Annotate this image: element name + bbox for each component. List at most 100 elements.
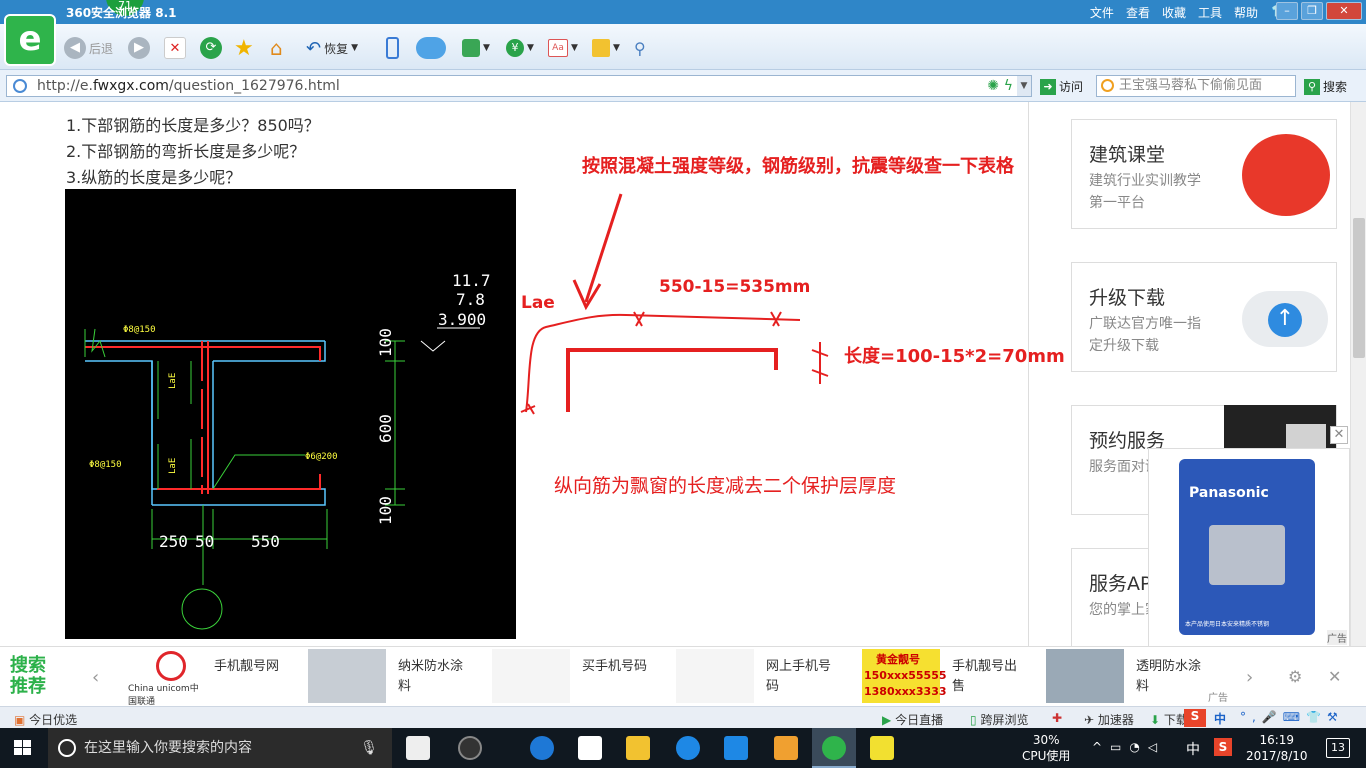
translate-button[interactable]: Aa ▼ bbox=[548, 36, 578, 60]
screenshot-button[interactable]: ▼ bbox=[592, 36, 620, 60]
app-icon[interactable] bbox=[458, 736, 482, 760]
phone-icon bbox=[386, 37, 399, 59]
windows-start-icon[interactable] bbox=[14, 740, 32, 756]
refresh-icon: ⟳ bbox=[200, 37, 222, 59]
rec-prev-icon[interactable]: ‹ bbox=[92, 667, 99, 688]
cross-screen-button[interactable]: ▯ 跨屏浏览 bbox=[970, 711, 1028, 728]
play-icon: ▶ bbox=[882, 713, 892, 727]
gold-number-image: 黄金靓号 150xxx55555 1380xxx3333 bbox=[862, 649, 947, 703]
ime-mode[interactable]: 中 bbox=[1214, 710, 1226, 727]
chevron-down-icon: ▼ bbox=[351, 43, 359, 53]
home-button[interactable]: ⌂ bbox=[270, 36, 283, 60]
url-input[interactable]: http://e.fwxgx.com/question_1627976.html… bbox=[6, 75, 1032, 97]
apps-button[interactable]: ▼ bbox=[462, 36, 490, 60]
menu-favorites[interactable]: 收藏 bbox=[1162, 4, 1186, 21]
live-button[interactable]: ▶ 今日直播 bbox=[882, 711, 943, 728]
sidebar-card-course[interactable]: 建筑课堂 建筑行业实训教学第一平台 bbox=[1071, 119, 1337, 229]
sidebar-card-download[interactable]: 升级下载 广联达官方唯一指定升级下载 ↑ bbox=[1071, 262, 1337, 372]
tray-sogou-icon[interactable]: S bbox=[1214, 738, 1232, 756]
restore-button[interactable]: ↶ 恢复 ▼ bbox=[306, 36, 358, 60]
cortana-icon bbox=[58, 739, 76, 757]
stop-button[interactable]: ✕ bbox=[164, 36, 186, 60]
rebar-top-label: Φ8@150 bbox=[123, 325, 156, 335]
status-bar: ▣ 今日优选 ▶ 今日直播 ▯ 跨屏浏览 ✚ ✈ 加速器 ⬇ 下载 S 中 °,… bbox=[0, 706, 1366, 728]
url-dropdown-icon[interactable]: ▼ bbox=[1017, 76, 1031, 96]
question-line-3: 3.纵筋的长度是多少呢？ bbox=[66, 168, 242, 187]
back-arrow-icon: ◀ bbox=[64, 37, 86, 59]
store-icon[interactable] bbox=[578, 736, 602, 760]
elev-1: 11.7 bbox=[452, 271, 491, 290]
dim-h-3: 550 bbox=[251, 532, 280, 551]
taskbar-360-browser[interactable] bbox=[812, 728, 856, 768]
card-subtitle: 建筑行业实训教学第一平台 bbox=[1089, 173, 1201, 211]
lae-label-2: LaE bbox=[168, 458, 178, 474]
download-button[interactable]: ⬇ 下载 bbox=[1150, 711, 1188, 728]
phone-icon: ▯ bbox=[970, 713, 977, 727]
accelerator-button[interactable]: ✈ 加速器 bbox=[1084, 711, 1134, 728]
shield-icon: ¥ bbox=[506, 39, 524, 57]
annotation-title: 按照混凝土强度等级，钢筋级别，抗震等级查一下表格 bbox=[582, 155, 1015, 177]
minimize-button[interactable]: – bbox=[1276, 2, 1298, 20]
rec-settings-icon[interactable]: ⚙ bbox=[1288, 667, 1302, 686]
app-icon[interactable] bbox=[774, 736, 798, 760]
rec-close-icon[interactable]: ✕ bbox=[1328, 667, 1341, 686]
menu-file[interactable]: 文件 bbox=[1090, 4, 1114, 21]
search-input[interactable]: 王宝强马蓉私下偷偷见面 bbox=[1096, 75, 1296, 97]
ad-product-image: Panasonic 本产品使用日本安来精质不锈钢 bbox=[1179, 459, 1315, 635]
tray-icons[interactable]: ^▭◔◁ bbox=[1092, 740, 1165, 754]
mobile-button[interactable] bbox=[386, 36, 399, 60]
refresh-button[interactable]: ⟳ bbox=[200, 36, 222, 60]
card-title: 升级下载 bbox=[1089, 287, 1166, 309]
forward-button[interactable]: ▶ bbox=[128, 36, 150, 60]
ad-label: 广告 bbox=[1327, 630, 1347, 645]
notification-icon[interactable]: 13 bbox=[1326, 738, 1350, 758]
visit-button[interactable]: ➜ 访问 bbox=[1040, 78, 1083, 95]
clock[interactable]: 16:19 2017/8/10 bbox=[1246, 732, 1308, 764]
top-length-annotation: 550-15=535mm bbox=[659, 277, 810, 297]
question-line-2: 2.下部钢筋的弯折长度是多少呢？ bbox=[66, 142, 306, 161]
menu-help[interactable]: 帮助 bbox=[1234, 4, 1258, 21]
scrollbar-thumb[interactable] bbox=[1353, 218, 1365, 358]
search-button[interactable]: ⚲ 搜索 bbox=[1304, 78, 1347, 95]
taskview-icon[interactable] bbox=[406, 736, 430, 760]
addon-icon[interactable]: ✚ bbox=[1052, 711, 1062, 725]
favorite-button[interactable]: ★ bbox=[234, 36, 254, 61]
security-button[interactable]: ¥ ▼ bbox=[506, 36, 534, 60]
question-line-1: 1.下部钢筋的长度是多少？850吗？ bbox=[66, 116, 320, 135]
menu-tools[interactable]: 工具 bbox=[1198, 4, 1222, 21]
browser-logo-icon[interactable]: e bbox=[4, 14, 56, 66]
cad-drawing[interactable]: 11.7 7.8 3.900 Φ8@150 Φ8@150 Φ6@200 LaE … bbox=[65, 189, 516, 639]
rec-next-icon[interactable]: › bbox=[1246, 667, 1253, 688]
rec-image bbox=[676, 649, 754, 703]
back-button[interactable]: ◀ 后退 bbox=[64, 36, 113, 60]
app-icon[interactable] bbox=[724, 736, 748, 760]
daily-picks[interactable]: ▣ 今日优选 bbox=[14, 711, 77, 728]
menu-view[interactable]: 查看 bbox=[1126, 4, 1150, 21]
ad-scroll-top-icon[interactable] bbox=[1286, 424, 1326, 448]
zoom-button[interactable]: ⚲ bbox=[634, 36, 646, 60]
help-app-icon[interactable] bbox=[870, 736, 894, 760]
stop-icon: ✕ bbox=[164, 37, 186, 59]
sogou-ime-icon[interactable]: S bbox=[1184, 709, 1206, 727]
window-title: 360安全浏览器 8.1 bbox=[66, 6, 177, 20]
ad-caption: 本产品使用日本安来精质不锈钢 bbox=[1185, 621, 1270, 628]
rebar-right-label: Φ6@200 bbox=[305, 452, 338, 462]
page-scrollbar[interactable] bbox=[1350, 102, 1366, 646]
cloud-button[interactable] bbox=[416, 36, 446, 60]
elev-2: 7.8 bbox=[456, 290, 485, 309]
lightning-icon[interactable]: ϟ bbox=[1004, 76, 1013, 96]
explorer-icon[interactable] bbox=[626, 736, 650, 760]
ad-popup[interactable]: Panasonic 本产品使用日本安来精质不锈钢 广告 bbox=[1148, 448, 1350, 646]
edge-icon[interactable] bbox=[530, 736, 554, 760]
taskbar-search-input[interactable]: 在这里输入你要搜索的内容 🎙 bbox=[48, 728, 392, 768]
maximize-button[interactable]: ❐ bbox=[1301, 2, 1323, 20]
recommend-label: 搜索 推荐 bbox=[10, 655, 46, 697]
cpu-meter[interactable]: 30% CPU使用 bbox=[1022, 732, 1070, 764]
ad-close-icon[interactable]: ✕ bbox=[1330, 426, 1348, 444]
tray-ime[interactable]: 中 bbox=[1186, 739, 1200, 759]
app-icon[interactable] bbox=[676, 736, 700, 760]
ime-tools-icon[interactable]: °,🎤⌨👕⚒ bbox=[1240, 710, 1344, 724]
close-window-button[interactable]: ✕ bbox=[1326, 2, 1362, 20]
browser-window: 71 360安全浏览器 8.1 文件 查看 收藏 工具 帮助 👕 – ❐ ✕ e… bbox=[0, 0, 1366, 768]
download-icon: ⬇ bbox=[1150, 713, 1161, 727]
